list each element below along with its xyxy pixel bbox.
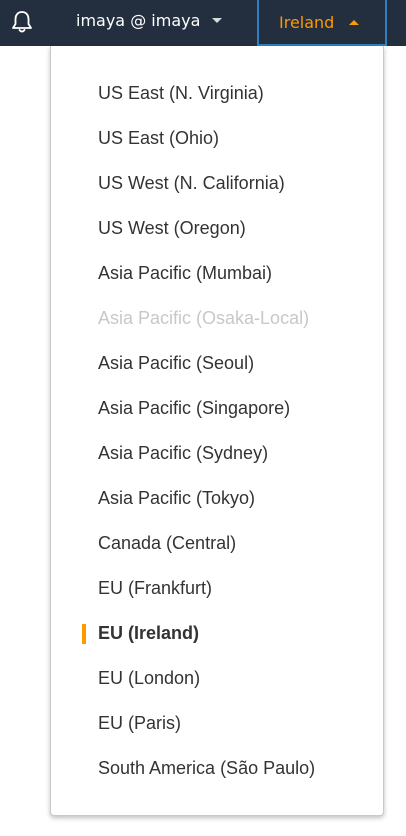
region-item[interactable]: South America (São Paulo) (51, 746, 383, 791)
region-list: US East (N. Virginia) US East (Ohio) US We… (51, 46, 383, 791)
region-item[interactable]: US East (Ohio) (51, 116, 383, 161)
chevron-down-icon (212, 17, 223, 23)
region-item[interactable]: US East (N. Virginia) (51, 71, 383, 116)
region-item: Asia Pacific (Osaka-Local) (98, 308, 310, 328)
region-item[interactable]: EU (London) (51, 656, 383, 701)
region-item[interactable]: Asia Pacific (Singapore) (51, 386, 383, 431)
top-navigation-bar: imaya @ imaya Ireland (0, 0, 406, 46)
region-item[interactable]: US West (N. California) (51, 161, 383, 206)
region-selector-button[interactable]: Ireland (257, 0, 387, 46)
account-label: imaya @ imaya (76, 10, 201, 30)
region-item[interactable]: EU (Paris) (51, 701, 383, 746)
region-item[interactable]: Asia Pacific (Tokyo) (51, 476, 383, 521)
region-item[interactable]: Asia Pacific (Mumbai) (51, 251, 383, 296)
account-menu-button[interactable]: imaya @ imaya (62, 0, 236, 40)
region-item[interactable]: Asia Pacific (Seoul) (51, 341, 383, 386)
region-item[interactable]: Canada (Central) (51, 521, 383, 566)
region-item[interactable]: EU (Frankfurt) (51, 566, 383, 611)
bell-icon[interactable] (8, 8, 36, 36)
chevron-up-icon (349, 19, 360, 25)
region-item[interactable]: Asia Pacific (Sydney) (51, 431, 383, 476)
region-label: Ireland (279, 12, 335, 32)
region-item[interactable]: US West (Oregon) (51, 206, 383, 251)
region-dropdown-menu: US East (N. Virginia) US East (Ohio) US We… (50, 46, 384, 816)
region-item[interactable]: EU (Ireland) (51, 611, 383, 656)
